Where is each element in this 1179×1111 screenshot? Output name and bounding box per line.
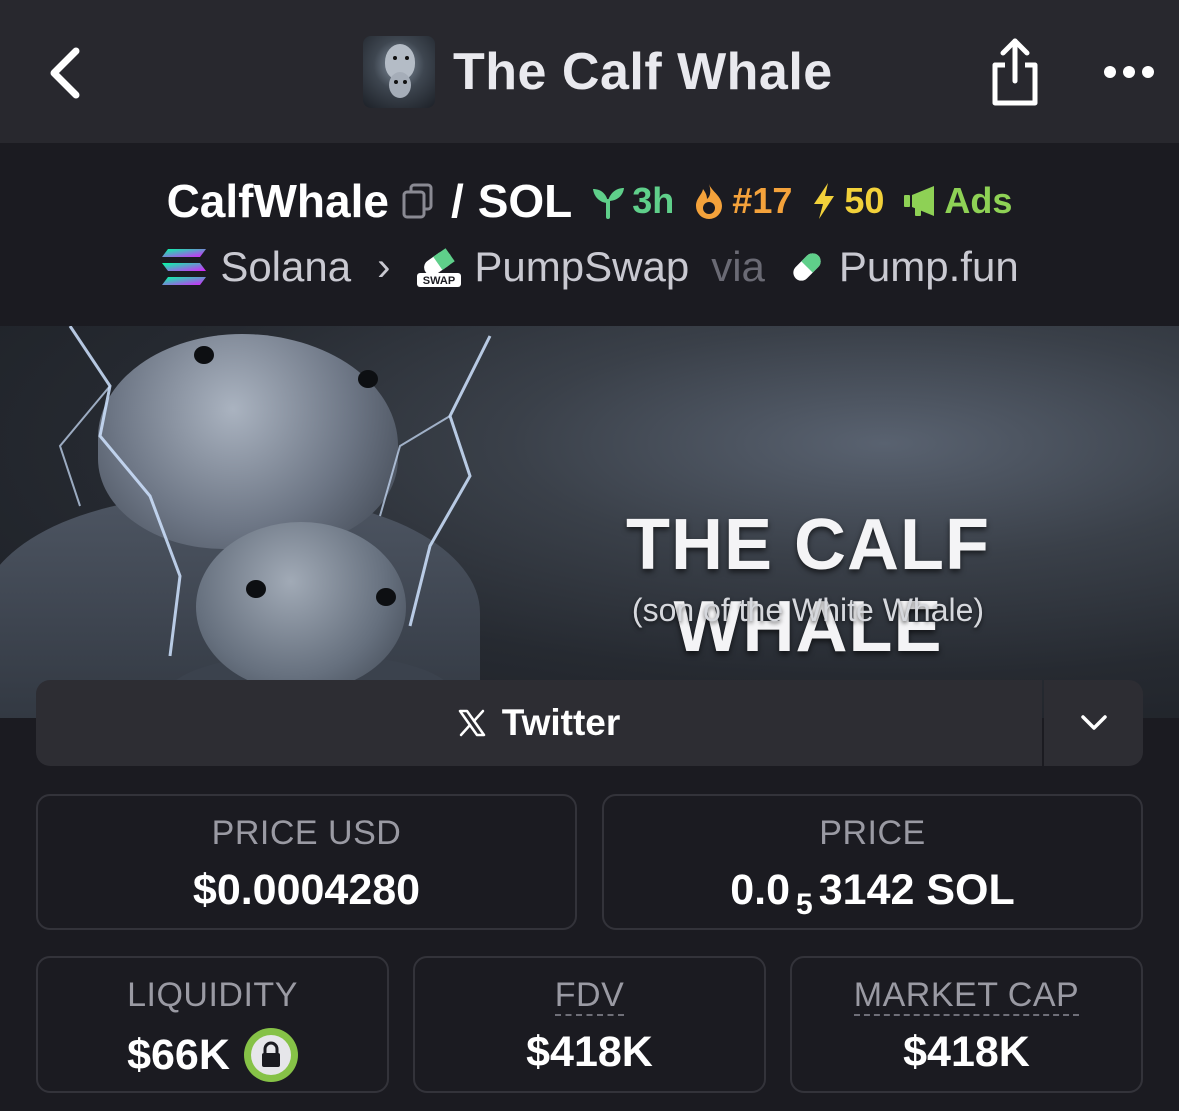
market-cap-value: $418K <box>903 1028 1030 1076</box>
liquidity-lock-icon[interactable] <box>243 1028 298 1082</box>
fdv-value: $418K <box>526 1028 653 1076</box>
price-zero-count: 5 <box>796 887 813 921</box>
quote-token-symbol: SOL <box>477 175 573 227</box>
fdv-label-wrap: FDV <box>415 976 764 1016</box>
rank-value: #17 <box>732 180 793 221</box>
market-cap-card: MARKET CAP $418K <box>790 956 1143 1093</box>
x-logo-icon <box>458 709 485 737</box>
boost-badge[interactable]: 50 <box>810 180 884 222</box>
share-icon <box>992 38 1038 106</box>
megaphone-icon <box>904 186 935 216</box>
price-suffix: 3142 SOL <box>818 866 1015 914</box>
sprout-icon <box>593 188 625 219</box>
price-prefix: 0.0 <box>730 866 791 914</box>
chevron-right-icon: › <box>377 244 391 289</box>
via-label: via <box>711 243 765 290</box>
launchpad-link[interactable]: Pump.fun <box>839 243 1019 291</box>
chevron-left-icon <box>50 47 80 99</box>
market-cap-label[interactable]: MARKET CAP <box>853 976 1080 1016</box>
token-banner-image: THE CALF WHALE (son of the White Whale) <box>0 326 1179 718</box>
banner-subtitle: (son of the White Whale) <box>631 592 985 628</box>
pair-separator: / <box>450 175 464 227</box>
age-value: 3h <box>632 180 675 221</box>
page-title: The Calf Whale <box>453 43 833 101</box>
boost-value: 50 <box>844 180 885 221</box>
base-token-symbol: CalfWhale <box>166 175 389 227</box>
trending-rank-badge[interactable]: #17 <box>692 180 792 222</box>
solana-icon <box>162 249 207 285</box>
more-horizontal-icon <box>1104 66 1154 78</box>
age-badge: 3h <box>590 180 674 222</box>
fdv-card: FDV $418K <box>413 956 766 1093</box>
pumpswap-icon: SWAP <box>417 248 462 287</box>
twitter-label: Twitter <box>501 702 621 743</box>
lightning-bolt-decoration <box>58 326 492 657</box>
pair-header: CalfWhale / SOL 3h #17 50 Ads Solana › S… <box>0 143 1179 326</box>
more-options-button[interactable] <box>1098 48 1160 96</box>
chevron-down-icon <box>1080 715 1107 730</box>
fire-icon <box>696 184 723 219</box>
ads-badge[interactable]: Ads <box>902 180 1012 222</box>
liquidity-card: LIQUIDITY $66K <box>36 956 389 1093</box>
price-usd-card: PRICE USD $0.0004280 <box>36 794 577 930</box>
chain-link[interactable]: Solana <box>220 243 351 291</box>
copy-address-button[interactable] <box>401 182 435 220</box>
route-line: Solana › SWAP PumpSwap via Pump.fun <box>0 237 1179 297</box>
svg-text:SWAP: SWAP <box>423 275 455 287</box>
pair-line: CalfWhale / SOL 3h #17 50 Ads <box>0 171 1179 231</box>
top-nav-bar: The Calf Whale <box>0 0 1179 143</box>
price-usd-value: $0.0004280 <box>192 866 421 914</box>
lightning-icon <box>814 183 835 219</box>
price-native-label: PRICE <box>819 814 926 852</box>
share-button[interactable] <box>984 36 1046 108</box>
liquidity-value-row: $66K <box>38 1028 387 1082</box>
fdv-label[interactable]: FDV <box>554 976 625 1016</box>
price-native-value: 0.0 5 3142 SOL <box>604 866 1141 921</box>
liquidity-label: LIQUIDITY <box>127 976 298 1014</box>
price-usd-label: PRICE USD <box>211 814 402 852</box>
page-title-group: The Calf Whale <box>363 36 833 108</box>
more-links-dropdown[interactable] <box>1044 680 1143 766</box>
price-native-card: PRICE 0.0 5 3142 SOL <box>602 794 1143 930</box>
back-button[interactable] <box>34 40 94 106</box>
token-avatar <box>363 36 435 108</box>
market-cap-label-wrap: MARKET CAP <box>792 976 1141 1016</box>
banner-title: THE CALF WHALE <box>626 505 990 667</box>
pill-icon <box>793 253 821 281</box>
copy-icon <box>402 183 433 219</box>
dex-link[interactable]: PumpSwap <box>474 243 689 291</box>
twitter-link-button[interactable]: Twitter <box>36 680 1042 766</box>
liquidity-value: $66K <box>127 1030 230 1079</box>
ads-label: Ads <box>944 180 1013 221</box>
